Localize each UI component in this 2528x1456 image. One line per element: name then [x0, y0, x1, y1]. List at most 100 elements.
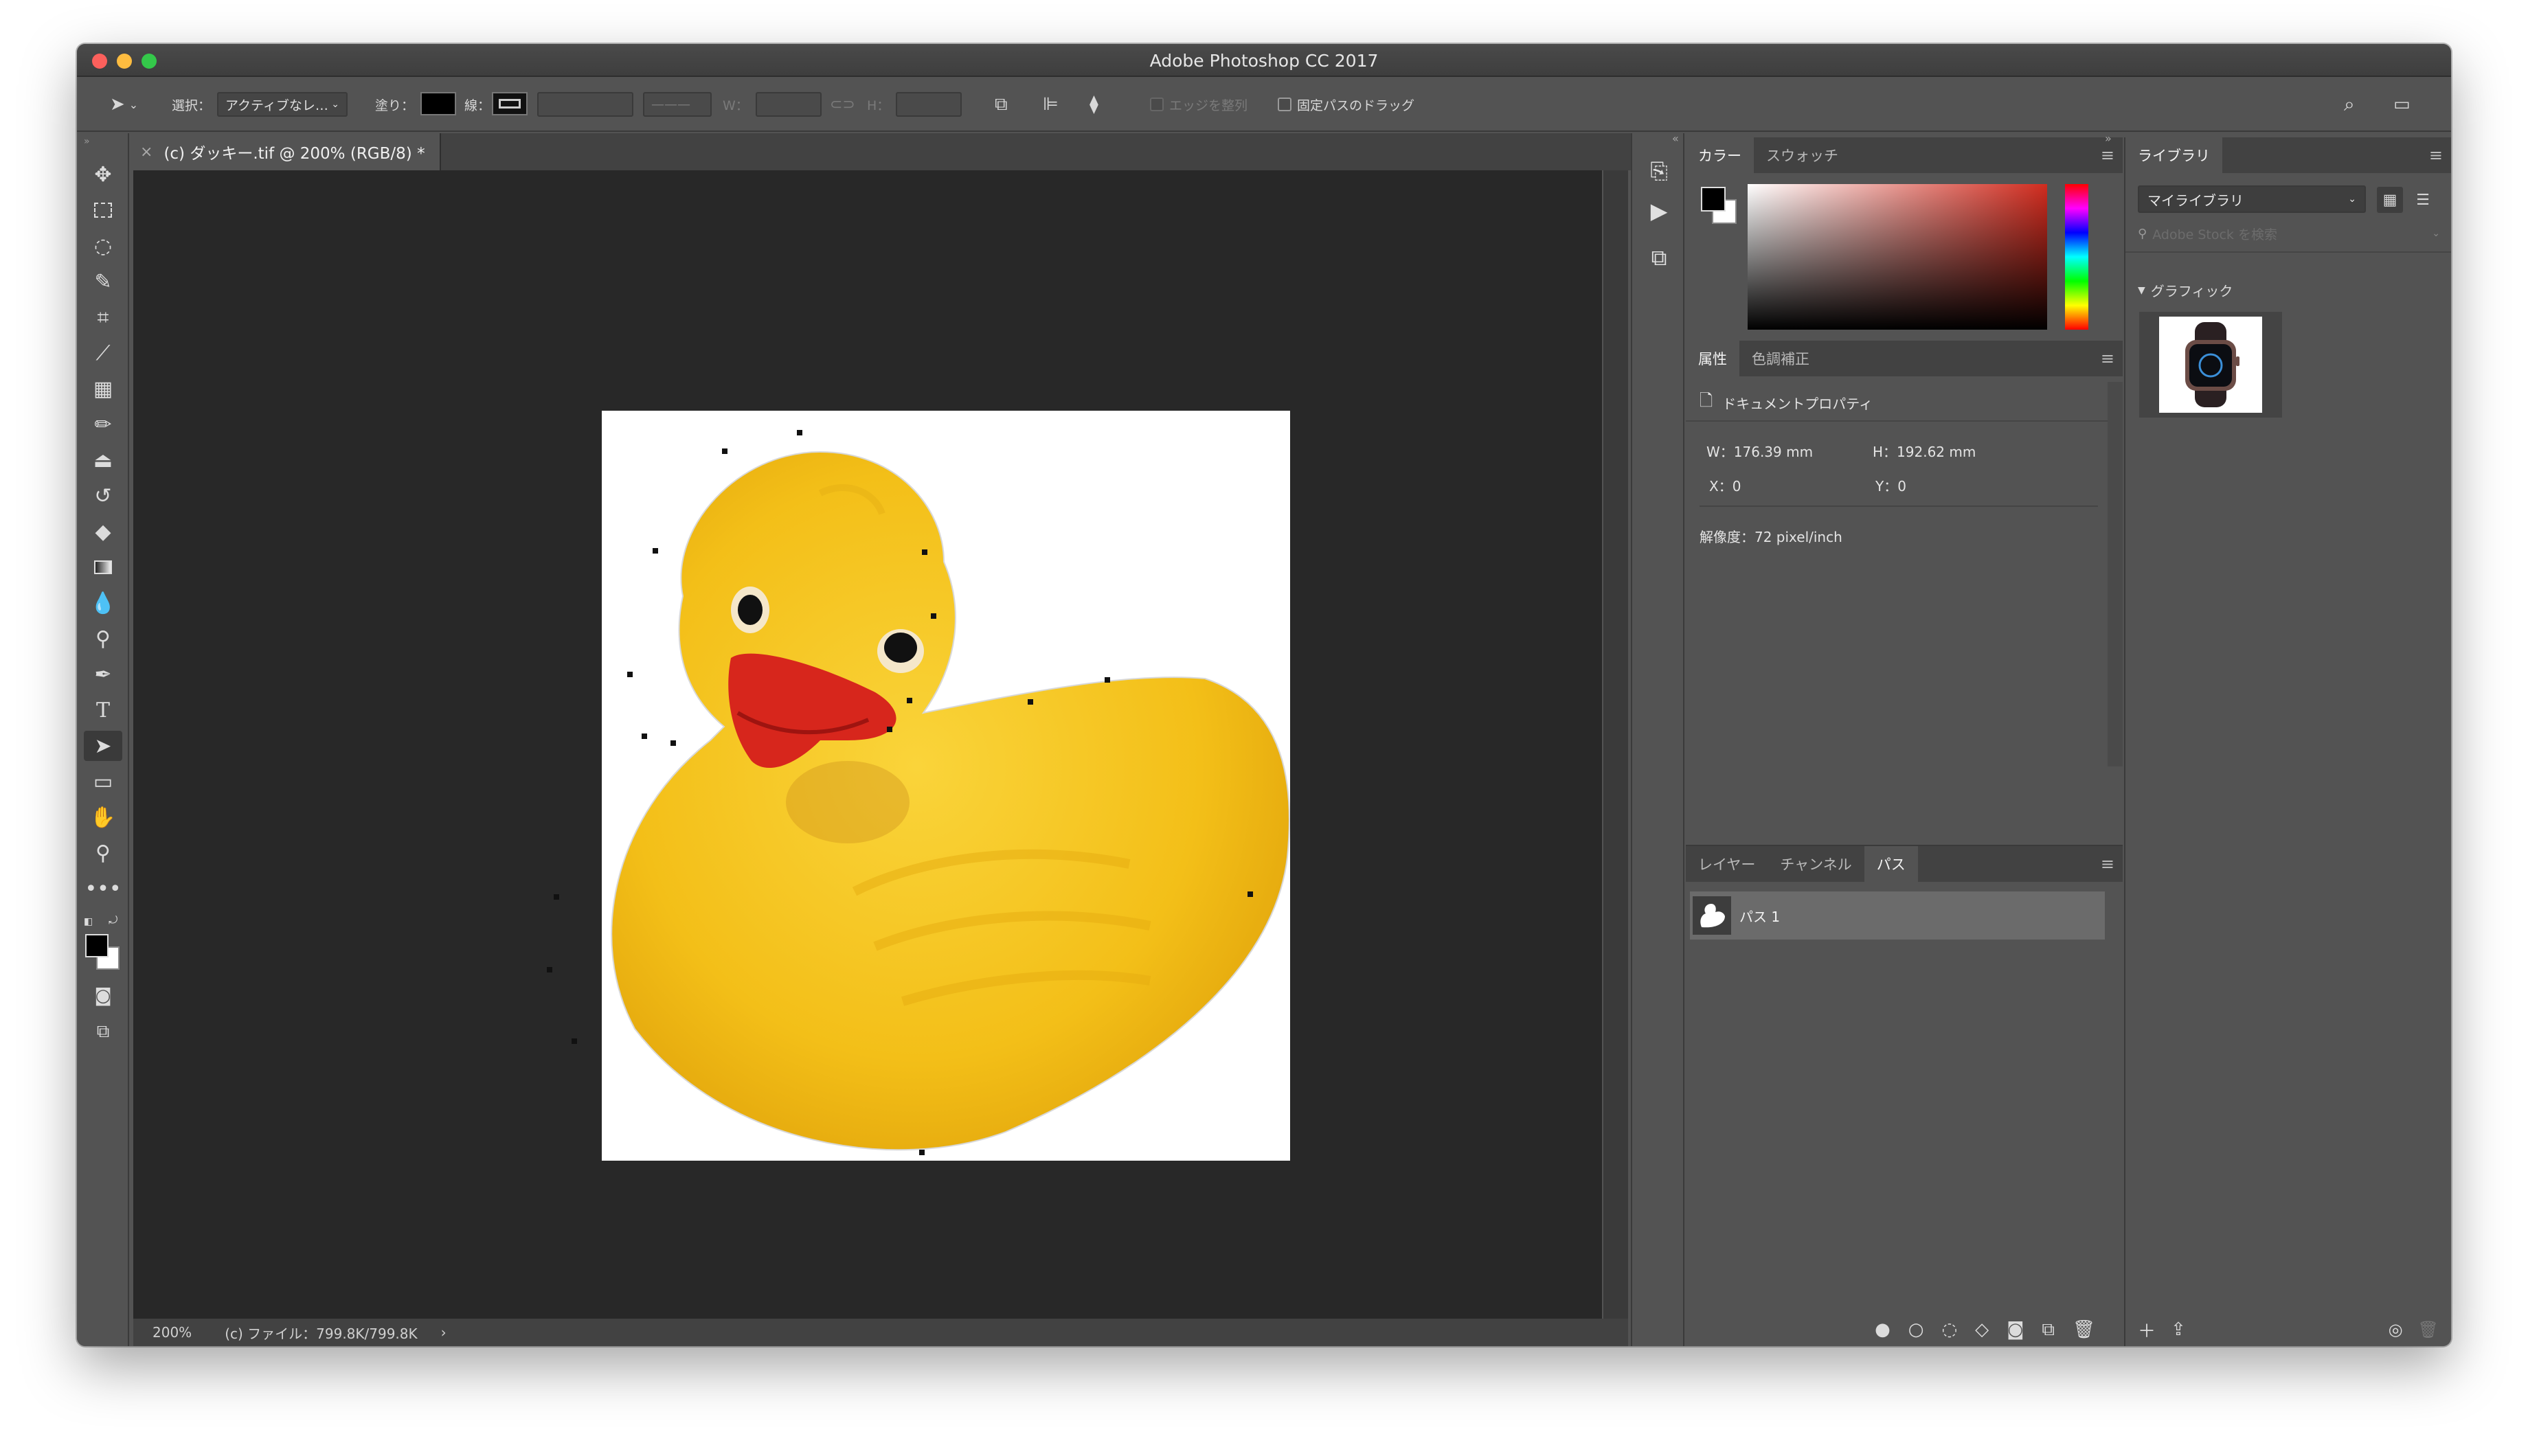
- search-icon[interactable]: ⌕: [2344, 92, 2355, 117]
- stroke-type-dropdown[interactable]: ———: [643, 92, 712, 117]
- properties-scrollbar[interactable]: [2108, 382, 2123, 766]
- panel-menu-icon[interactable]: ≡: [2101, 854, 2114, 874]
- tab-color[interactable]: カラー: [1686, 137, 1754, 173]
- library-graphic-thumbnail[interactable]: [2139, 312, 2282, 418]
- status-menu-arrow-icon[interactable]: ›: [441, 1324, 447, 1341]
- history-brush-tool-icon[interactable]: ↺: [84, 481, 122, 511]
- tab-properties[interactable]: 属性: [1686, 341, 1739, 376]
- width-value[interactable]: W：176.39 mm: [1706, 441, 1813, 461]
- foreground-color-swatch[interactable]: [1701, 187, 1726, 212]
- document-canvas[interactable]: [133, 170, 1602, 1332]
- select-value: アクティブなレ…: [225, 98, 328, 113]
- libraries-footer: ＋ ⇪: [2138, 1315, 2186, 1345]
- blur-tool-icon[interactable]: 💧: [84, 588, 122, 618]
- document-tab[interactable]: × (c) ダッキー.tif @ 200% (RGB/8) *: [131, 133, 441, 170]
- x-value[interactable]: X：0: [1709, 475, 1741, 495]
- tab-paths[interactable]: パス: [1864, 846, 1918, 882]
- zoom-tool-icon[interactable]: ⚲: [84, 838, 122, 868]
- rectangle-tool-icon[interactable]: ▭: [84, 766, 122, 797]
- dodge-tool-icon[interactable]: ⚲: [84, 624, 122, 654]
- stroke-swatch[interactable]: [492, 92, 528, 115]
- collapse-icon[interactable]: »: [84, 136, 90, 147]
- height-value[interactable]: H：192.62 mm: [1873, 441, 1976, 461]
- path-alignment-icon[interactable]: ⊫: [1043, 92, 1059, 117]
- swap-colors-icon[interactable]: ⤾: [109, 913, 117, 927]
- hue-slider[interactable]: [2065, 184, 2088, 330]
- list-view-icon[interactable]: ☰: [2410, 187, 2436, 213]
- path-selection-tool-icon[interactable]: ➤: [84, 731, 122, 761]
- panel-menu-icon[interactable]: ≡: [2101, 349, 2114, 368]
- path-row[interactable]: パス 1: [1690, 891, 2105, 940]
- brush-tool-icon[interactable]: ✏: [84, 409, 122, 440]
- zoom-level[interactable]: 200%: [153, 1324, 192, 1341]
- panel-menu-icon[interactable]: ≡: [2429, 146, 2443, 165]
- align-edges-checkbox[interactable]: エッジを整列: [1150, 92, 1248, 117]
- select-dropdown[interactable]: アクティブなレ… ⌄: [217, 92, 348, 117]
- y-value[interactable]: Y：0: [1875, 475, 1906, 495]
- tab-libraries[interactable]: ライブラリ: [2125, 137, 2222, 173]
- actions-play-icon[interactable]: ▶: [1642, 194, 1676, 228]
- chevron-down-icon[interactable]: ⌄: [2432, 228, 2440, 239]
- delete-path-icon[interactable]: 🗑: [2073, 1319, 2095, 1340]
- more-tools-icon[interactable]: •••: [84, 874, 122, 904]
- add-mask-icon[interactable]: ◙: [2007, 1319, 2024, 1340]
- close-document-icon[interactable]: ×: [140, 144, 153, 161]
- quick-selection-tool-icon[interactable]: ✎: [84, 266, 122, 297]
- path-name[interactable]: パス 1: [1739, 906, 1780, 926]
- tab-layers[interactable]: レイヤー: [1686, 846, 1768, 882]
- stroke-width-field[interactable]: [537, 92, 633, 117]
- hand-tool-icon[interactable]: ✋: [84, 802, 122, 832]
- fill-path-icon[interactable]: ●: [1875, 1319, 1891, 1340]
- default-colors-icon[interactable]: ◧: [84, 916, 93, 927]
- link-icon[interactable]: ⊂⊃: [830, 92, 855, 117]
- chevron-down-icon: ⌄: [331, 99, 339, 110]
- upload-icon[interactable]: ⇪: [2171, 1319, 2186, 1340]
- healing-brush-tool-icon[interactable]: ▦: [84, 374, 122, 404]
- library-dropdown[interactable]: マイライブラリ ⌄: [2138, 185, 2366, 213]
- options-bar: ➤ ⌄ 選択： アクティブなレ… ⌄ 塗り： 線： ——— W： ⊂⊃ H： ⧉ ⊫…: [77, 77, 2451, 132]
- stock-search-field[interactable]: ⚲ Adobe Stock を検索 ⌄: [2138, 221, 2440, 246]
- tab-adjustments[interactable]: 色調補正: [1739, 341, 1822, 376]
- height-field[interactable]: [896, 92, 962, 117]
- constrain-path-checkbox[interactable]: 固定パスのドラッグ: [1278, 92, 1414, 117]
- stroke-path-icon[interactable]: ○: [1908, 1319, 1924, 1340]
- pen-tool-icon[interactable]: ✒: [84, 659, 122, 690]
- collapse-icon[interactable]: «: [1672, 132, 1679, 145]
- clone-stamp-tool-icon[interactable]: ⏏: [84, 445, 122, 475]
- path-operations-icon[interactable]: ⧉: [995, 92, 1008, 117]
- eraser-tool-icon[interactable]: ◆: [84, 516, 122, 547]
- workspace-icon[interactable]: ▭: [2393, 92, 2411, 117]
- gradient-tool-icon[interactable]: [84, 552, 122, 582]
- type-tool-icon[interactable]: T: [84, 695, 122, 725]
- foreground-color-swatch[interactable]: [85, 934, 109, 957]
- color-field[interactable]: [1748, 184, 2047, 330]
- libraries-footer-right: ◎ 🗑: [2389, 1315, 2439, 1345]
- marquee-tool-icon[interactable]: [84, 195, 122, 225]
- graphics-section-header[interactable]: ▼ グラフィック: [2138, 280, 2233, 300]
- sync-icon[interactable]: ◎: [2389, 1320, 2403, 1339]
- add-content-icon[interactable]: ＋: [2138, 1317, 2156, 1343]
- quick-mask-icon[interactable]: ◙: [84, 981, 122, 1011]
- eyedropper-tool-icon[interactable]: ⟋: [84, 338, 122, 368]
- clone-source-icon[interactable]: ⧉: [1642, 240, 1676, 275]
- tab-channels[interactable]: チャンネル: [1768, 846, 1864, 882]
- crop-tool-icon[interactable]: ⌗: [84, 302, 122, 332]
- panel-menu-icon[interactable]: ≡: [2101, 146, 2114, 165]
- new-path-icon[interactable]: ⧉: [2042, 1319, 2055, 1341]
- vertical-scrollbar[interactable]: [1603, 170, 1628, 1332]
- collapse-icon[interactable]: »: [2105, 132, 2112, 145]
- direct-selection-tool-preset-icon[interactable]: ➤ ⌄: [110, 92, 138, 117]
- load-as-selection-icon[interactable]: ◌: [1941, 1319, 1957, 1340]
- move-tool-icon[interactable]: ✥: [84, 159, 122, 190]
- screen-mode-icon[interactable]: ⧉: [84, 1016, 122, 1047]
- history-panel-icon[interactable]: ⎘: [1642, 154, 1676, 188]
- grid-view-icon[interactable]: ▦: [2377, 187, 2403, 213]
- delete-icon[interactable]: 🗑: [2418, 1320, 2439, 1339]
- fill-swatch[interactable]: [420, 92, 456, 115]
- make-work-path-icon[interactable]: ◇: [1975, 1319, 1989, 1340]
- canvas-area[interactable]: [133, 170, 1602, 1332]
- width-field[interactable]: [756, 92, 822, 117]
- lasso-tool-icon[interactable]: ◌: [84, 231, 122, 261]
- tab-swatches[interactable]: スウォッチ: [1754, 137, 1851, 173]
- path-arrangement-icon[interactable]: ⧫: [1090, 92, 1098, 117]
